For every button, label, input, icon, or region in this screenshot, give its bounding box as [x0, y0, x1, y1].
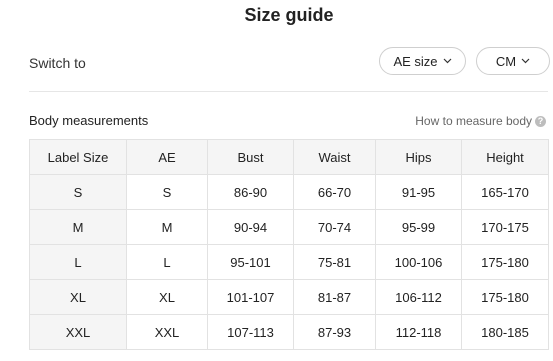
section-title: Body measurements	[29, 113, 149, 128]
table-cell: M	[29, 209, 127, 245]
column-header: Waist	[293, 139, 376, 175]
table-cell: M	[126, 209, 208, 245]
divider	[29, 91, 548, 92]
help-icon: ?	[535, 115, 546, 127]
column-header: Bust	[207, 139, 294, 175]
table-cell: 170-175	[461, 209, 549, 245]
column-header: Hips	[375, 139, 462, 175]
unit-dropdown[interactable]: CM	[476, 47, 550, 75]
table-header-row: Label Size AE Bust Waist Hips Height	[29, 139, 549, 175]
table-row: S S 86-90 66-70 91-95 165-170	[29, 174, 549, 210]
size-system-dropdown[interactable]: AE size	[379, 47, 466, 75]
how-to-measure-link[interactable]: How to measure body ?	[415, 114, 546, 128]
table-cell: S	[126, 174, 208, 210]
table-cell: 70-74	[293, 209, 376, 245]
table-cell: 75-81	[293, 244, 376, 280]
table-cell: 90-94	[207, 209, 294, 245]
table-cell: 175-180	[461, 244, 549, 280]
table-cell: 112-118	[375, 314, 462, 350]
table-cell: 95-101	[207, 244, 294, 280]
table-cell: XL	[126, 279, 208, 315]
table-cell: 81-87	[293, 279, 376, 315]
column-header: Height	[461, 139, 549, 175]
table-cell: 101-107	[207, 279, 294, 315]
column-header: AE	[126, 139, 208, 175]
size-table: Label Size AE Bust Waist Hips Height S S 86-90 6…	[29, 139, 549, 350]
table-cell: 106-112	[375, 279, 462, 315]
table-cell: 107-113	[207, 314, 294, 350]
size-system-value: AE size	[393, 53, 438, 69]
table-cell: 95-99	[375, 209, 462, 245]
table-cell: 87-93	[293, 314, 376, 350]
column-header: Label Size	[29, 139, 127, 175]
table-row: XXL XXL 107-113 87-93 112-118 180-185	[29, 314, 549, 350]
page-title: Size guide	[244, 5, 334, 25]
chevron-down-icon	[521, 56, 530, 67]
table-cell: 165-170	[461, 174, 549, 210]
table-row: XL XL 101-107 81-87 106-112 175-180	[29, 279, 549, 315]
table-row: L L 95-101 75-81 100-106 175-180	[29, 244, 549, 280]
table-row: M M 90-94 70-74 95-99 170-175	[29, 209, 549, 245]
chevron-down-icon	[443, 56, 452, 67]
table-cell: XXL	[29, 314, 127, 350]
table-cell: XXL	[126, 314, 208, 350]
switch-to-label: Switch to	[29, 55, 86, 71]
table-cell: 86-90	[207, 174, 294, 210]
table-cell: L	[29, 244, 127, 280]
unit-value: CM	[495, 53, 517, 69]
table-cell: XL	[29, 279, 127, 315]
table-cell: 100-106	[375, 244, 462, 280]
table-cell: 66-70	[293, 174, 376, 210]
table-cell: 91-95	[375, 174, 462, 210]
table-cell: L	[126, 244, 208, 280]
table-cell: 175-180	[461, 279, 549, 315]
table-cell: S	[29, 174, 127, 210]
table-cell: 180-185	[461, 314, 549, 350]
how-to-measure-label: How to measure body	[415, 114, 532, 128]
